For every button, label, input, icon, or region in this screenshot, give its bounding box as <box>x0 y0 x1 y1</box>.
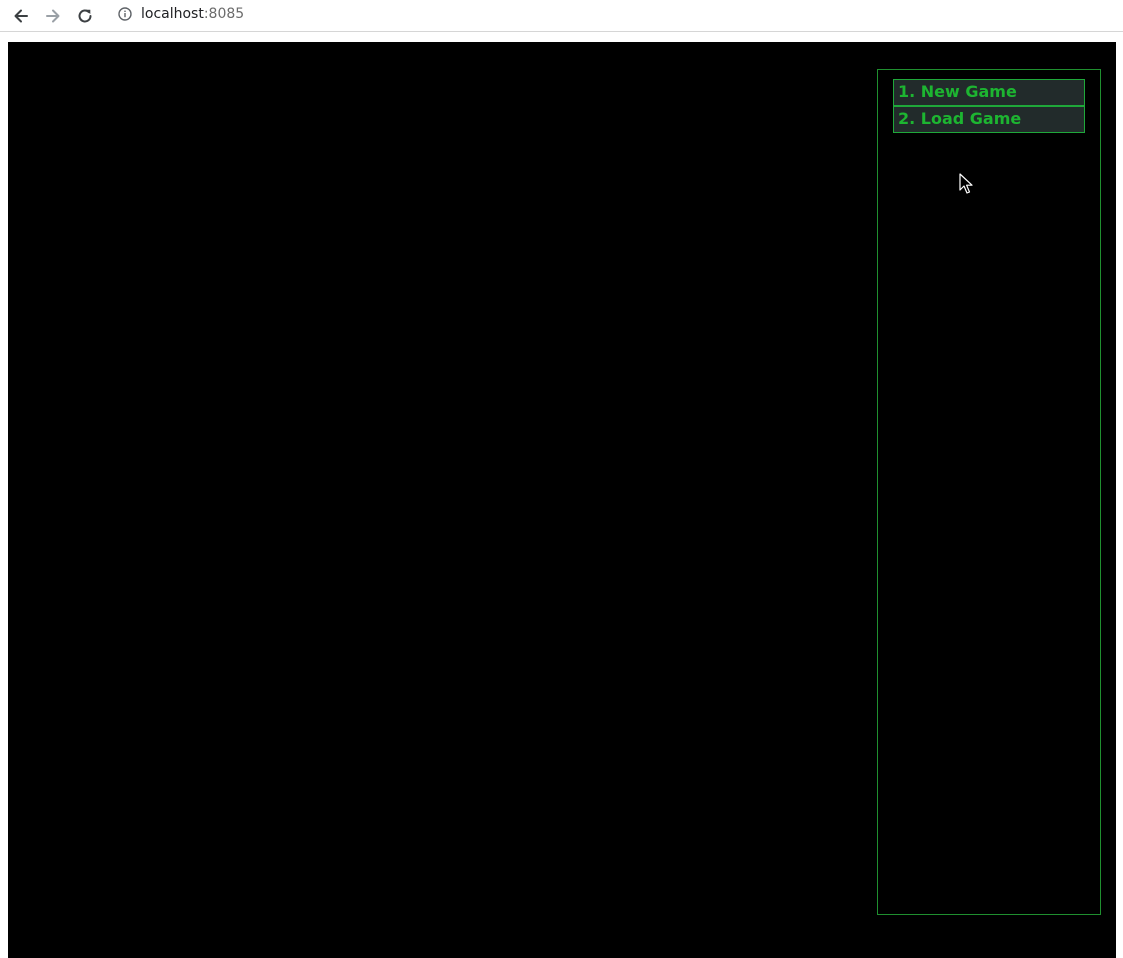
arrow-left-icon <box>12 7 30 25</box>
arrow-right-icon <box>44 7 62 25</box>
game-menu-panel: 1. New Game 2. Load Game <box>877 69 1101 915</box>
url-host: localhost <box>141 6 204 22</box>
info-icon[interactable] <box>117 6 133 22</box>
url-port: :8085 <box>203 6 245 22</box>
browser-toolbar: localhost:8085 <box>0 0 1123 32</box>
forward-button[interactable] <box>40 3 66 29</box>
game-canvas[interactable]: 1. New Game 2. Load Game <box>8 42 1116 958</box>
url-text: localhost:8085 <box>141 6 244 22</box>
address-bar[interactable]: localhost:8085 <box>108 2 1118 26</box>
reload-icon <box>76 7 94 25</box>
new-game-button[interactable]: 1. New Game <box>893 79 1085 106</box>
mouse-pointer-icon <box>959 173 973 195</box>
reload-button[interactable] <box>72 3 98 29</box>
back-button[interactable] <box>8 3 34 29</box>
load-game-button[interactable]: 2. Load Game <box>893 106 1085 133</box>
